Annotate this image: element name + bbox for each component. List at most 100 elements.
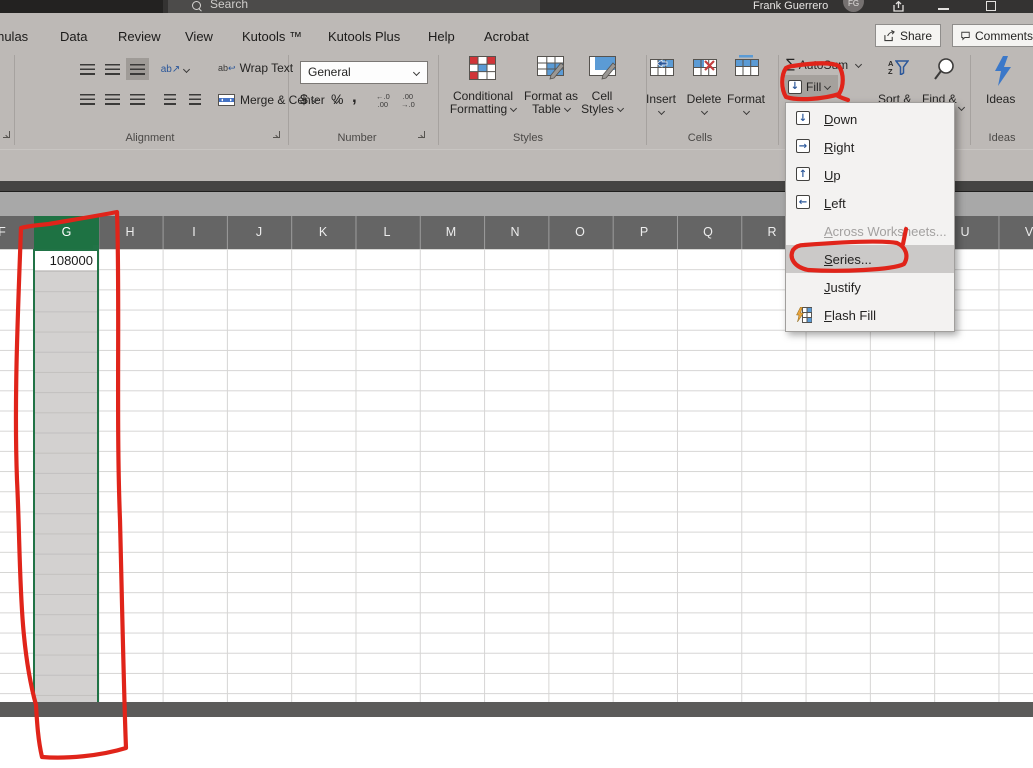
- horizontal-scrollbar-bar: [0, 702, 1033, 717]
- active-cell-G1[interactable]: 108000: [35, 251, 97, 270]
- alignment-group-label: Alignment: [125, 132, 175, 144]
- align-right-icon: [130, 93, 145, 105]
- chevron-down-icon: [824, 82, 832, 91]
- number-format-select[interactable]: General: [300, 61, 428, 84]
- number-dialog-launcher[interactable]: [417, 130, 426, 139]
- fill-down-icon: ↓: [796, 111, 810, 125]
- alignment-dialog-launcher[interactable]: [272, 130, 281, 139]
- tab-review[interactable]: Review: [118, 26, 161, 48]
- tab-formulas[interactable]: Formulas: [0, 26, 28, 48]
- ideas-button[interactable]: Ideas: [986, 92, 1015, 106]
- find-select-icon: [934, 58, 956, 80]
- align-left-button[interactable]: [76, 88, 99, 110]
- fill-button[interactable]: ↓ Fill: [785, 75, 838, 98]
- selection-fill: [35, 270, 97, 702]
- column-header-V[interactable]: V: [997, 216, 1033, 249]
- ideas-icon: [992, 56, 1014, 86]
- align-bottom-button[interactable]: [126, 58, 149, 80]
- column-header-F[interactable]: F: [0, 216, 34, 249]
- chevron-down-icon: [616, 104, 624, 113]
- format-as-table-icon: [537, 56, 564, 80]
- chevron-down-icon: [657, 107, 665, 116]
- column-header-G[interactable]: G: [34, 216, 99, 249]
- column-header-Q[interactable]: Q: [676, 216, 740, 249]
- format-button[interactable]: Format: [724, 92, 768, 116]
- titlebar: Frank Guerrero FG: [0, 0, 1033, 13]
- format-as-table-button[interactable]: Format as Table: [519, 90, 583, 116]
- user-name[interactable]: Frank Guerrero: [753, 0, 828, 13]
- column-header-I[interactable]: I: [162, 216, 226, 249]
- increase-decimal-button[interactable]: ←.0 .00: [376, 93, 390, 109]
- outside-window-area: [0, 717, 1033, 768]
- menu-item-across-worksheets: Across Worksheets...: [824, 223, 947, 239]
- search-input[interactable]: [210, 0, 490, 13]
- increase-indent-button[interactable]: [183, 88, 206, 110]
- fill-dropdown-menu: ↓ Down → Right ↑ Up ← Left Across Worksh…: [785, 102, 955, 332]
- column-header-L[interactable]: L: [355, 216, 419, 249]
- minimize-icon[interactable]: [938, 8, 949, 10]
- tab-acrobat[interactable]: Acrobat: [484, 26, 529, 48]
- selected-column-G[interactable]: 108000: [33, 249, 99, 702]
- column-header-H[interactable]: H: [98, 216, 162, 249]
- align-right-button[interactable]: [126, 88, 149, 110]
- menu-item-left[interactable]: ← Left: [786, 189, 954, 217]
- chevron-down-icon: [183, 65, 191, 73]
- delete-button[interactable]: Delete: [682, 92, 726, 116]
- fill-left-icon: ←: [796, 195, 810, 209]
- tab-data[interactable]: Data: [60, 26, 87, 48]
- currency-button[interactable]: $: [300, 91, 318, 107]
- autosum-button[interactable]: ∑ AutoSum: [786, 57, 863, 72]
- menu-item-right[interactable]: → Right: [786, 133, 954, 161]
- decrease-decimal-button[interactable]: .00 →.0: [401, 93, 415, 109]
- share-button[interactable]: Share: [875, 24, 941, 47]
- column-header-O[interactable]: O: [548, 216, 612, 249]
- align-center-button[interactable]: [101, 88, 124, 110]
- sort-filter-icon: A Z: [888, 60, 910, 75]
- align-middle-button[interactable]: [101, 58, 124, 80]
- insert-button[interactable]: Insert: [639, 92, 683, 116]
- tab-kutools[interactable]: Kutools ™: [242, 26, 302, 48]
- column-header-N[interactable]: N: [483, 216, 547, 249]
- align-top-button[interactable]: [76, 58, 99, 80]
- merge-center-button[interactable]: Merge & Center: [218, 93, 340, 107]
- comments-button[interactable]: Comments: [952, 24, 1033, 47]
- column-header-P[interactable]: P: [612, 216, 676, 249]
- menu-item-series[interactable]: Series...: [786, 245, 954, 273]
- orientation-button[interactable]: ab↗: [158, 58, 192, 80]
- fill-right-icon: →: [796, 139, 810, 153]
- chevron-down-icon: [310, 95, 318, 104]
- number-group-label: Number: [337, 132, 377, 144]
- chevron-down-icon: [742, 107, 750, 116]
- decrease-indent-button[interactable]: [158, 88, 181, 110]
- fill-up-icon: ↑: [796, 167, 810, 181]
- menu-item-up[interactable]: ↑ Up: [786, 161, 954, 189]
- maximize-icon[interactable]: [986, 1, 996, 11]
- autosum-icon: ∑: [786, 57, 795, 72]
- align-center-icon: [105, 93, 120, 105]
- tab-view[interactable]: View: [185, 26, 213, 48]
- menu-item-justify[interactable]: Justify: [786, 273, 954, 301]
- avatar[interactable]: FG: [843, 0, 864, 12]
- ribbon-display-options-icon[interactable]: [893, 1, 904, 12]
- conditional-formatting-button[interactable]: Conditional Formatting: [447, 90, 519, 116]
- menu-item-flash-fill[interactable]: Flash Fill: [786, 301, 954, 329]
- tab-help[interactable]: Help: [428, 26, 455, 48]
- decrease-decimal-icon: .00 →.0: [401, 92, 415, 109]
- wrap-text-icon: ab↩: [218, 62, 236, 73]
- comma-button[interactable]: ,: [352, 87, 357, 107]
- search-box[interactable]: [168, 0, 540, 13]
- column-header-K[interactable]: K: [291, 216, 355, 249]
- chevron-down-icon: [855, 60, 863, 69]
- column-header-M[interactable]: M: [419, 216, 483, 249]
- tab-kutools-plus[interactable]: Kutools Plus: [328, 26, 400, 48]
- percent-button[interactable]: %: [331, 91, 343, 107]
- font-dialog-launcher[interactable]: [2, 130, 11, 139]
- cell-styles-button[interactable]: Cell Styles: [579, 90, 625, 116]
- menu-item-down[interactable]: ↓ Down: [786, 105, 954, 133]
- insert-icon: [650, 59, 674, 76]
- wrap-text-button[interactable]: ab↩ Wrap Text: [218, 61, 293, 75]
- fill-label: Fill: [806, 79, 822, 94]
- styles-group-label: Styles: [513, 132, 543, 144]
- increase-indent-icon: [188, 93, 201, 105]
- column-header-J[interactable]: J: [227, 216, 291, 249]
